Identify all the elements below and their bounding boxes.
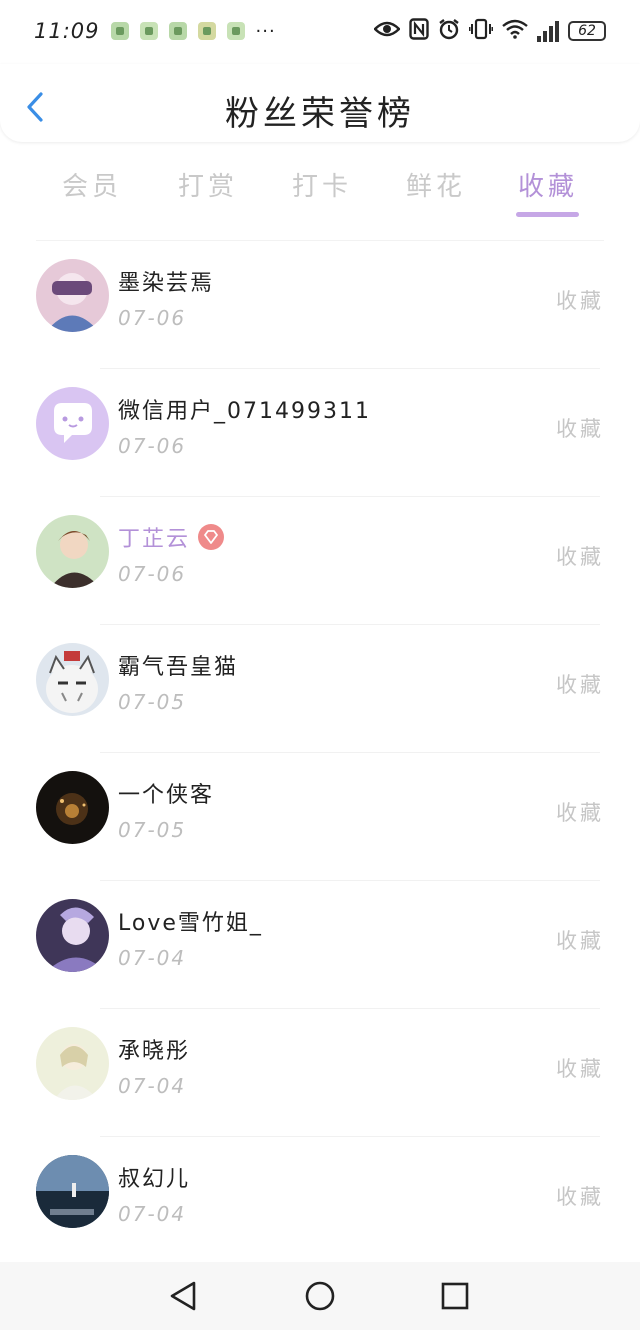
fan-action-label: 收藏 [556, 673, 604, 697]
status-right: 62 [373, 17, 606, 45]
list-item[interactable]: Love雪竹姐_ 07-04 收藏 [0, 881, 640, 1009]
alarm-icon [438, 18, 460, 45]
fan-action-label: 收藏 [556, 929, 604, 953]
tab-checkin[interactable]: 打卡 [292, 166, 352, 203]
avatar[interactable] [36, 259, 109, 332]
tab-flower[interactable]: 鲜花 [406, 166, 466, 203]
battery-indicator: 62 [568, 21, 606, 41]
nav-home-button[interactable] [303, 1279, 337, 1313]
fan-name-text: Love雪竹姐_ [118, 911, 263, 936]
list-item[interactable]: 墨染芸焉 07-06 收藏 [0, 241, 640, 369]
wifi-icon [502, 19, 528, 44]
nfc-icon [409, 17, 429, 45]
list-item[interactable]: 叔幻儿 07-04 收藏 [0, 1137, 640, 1265]
fan-action-label: 收藏 [556, 417, 604, 441]
fan-name-text: 微信用户_071499311 [118, 399, 371, 424]
fan-name-text: 墨染芸焉 [118, 271, 215, 296]
fan-date: 07-04 [118, 1074, 187, 1098]
avatar[interactable] [36, 771, 109, 844]
notification-icon [226, 22, 245, 40]
fan-name-text: 霸气吾皇猫 [118, 655, 239, 680]
more-notifications-indicator: ··· [255, 20, 276, 42]
tab-bar: 会员 打赏 打卡 鲜花 收藏 [0, 160, 640, 241]
avatar[interactable] [36, 1155, 109, 1228]
status-time: 11:09 [34, 19, 100, 43]
notification-icon [110, 22, 129, 40]
page-header: 粉丝荣誉榜 [0, 64, 640, 142]
nav-recents-button[interactable] [438, 1279, 472, 1313]
fan-name: 丁芷云 [118, 521, 225, 553]
avatar[interactable] [36, 899, 109, 972]
fan-date: 07-04 [118, 1202, 187, 1226]
eye-icon [373, 19, 401, 44]
cellular-signal-icon [537, 20, 559, 42]
fan-name: 承晓彤 [118, 1033, 190, 1065]
fan-date: 07-05 [118, 690, 187, 714]
fan-name: Love雪竹姐_ [118, 905, 263, 937]
fan-action-label: 收藏 [556, 545, 604, 569]
system-nav-bar [0, 1262, 640, 1330]
avatar[interactable] [36, 643, 109, 716]
vip-badge-icon [198, 524, 225, 550]
fan-action-label: 收藏 [556, 289, 604, 313]
active-tab-indicator [516, 212, 579, 217]
fan-name: 墨染芸焉 [118, 265, 214, 297]
fan-date: 07-06 [118, 434, 187, 458]
fan-name-text: 叔幻儿 [118, 1167, 191, 1192]
tab-tip[interactable]: 打赏 [178, 166, 238, 203]
fan-date: 07-04 [118, 946, 187, 970]
notification-icon [139, 22, 158, 40]
notification-icon [197, 22, 216, 40]
fan-name: 微信用户_071499311 [118, 393, 371, 425]
nav-back-button[interactable] [166, 1279, 200, 1313]
fan-date: 07-06 [118, 562, 187, 586]
avatar[interactable] [36, 1027, 109, 1100]
list-item[interactable]: 霸气吾皇猫 07-05 收藏 [0, 625, 640, 753]
fan-action-label: 收藏 [556, 1185, 604, 1209]
notification-icon [168, 22, 187, 40]
fan-name: 一个侠客 [118, 777, 214, 809]
vibrate-icon [468, 18, 494, 45]
list-item[interactable]: 承晓彤 07-04 收藏 [0, 1009, 640, 1137]
fan-action-label: 收藏 [556, 801, 604, 825]
fan-list: 墨染芸焉 07-06 收藏 微信用户_071499311 07-06 收藏 丁芷… [0, 241, 640, 1265]
fan-action-label: 收藏 [556, 1057, 604, 1081]
list-item[interactable]: 一个侠客 07-05 收藏 [0, 753, 640, 881]
avatar[interactable] [36, 387, 109, 460]
fan-date: 07-06 [118, 306, 187, 330]
fan-name: 叔幻儿 [118, 1161, 190, 1193]
fan-name: 霸气吾皇猫 [118, 649, 238, 681]
tab-favorite[interactable]: 收藏 [518, 166, 578, 203]
status-left: 11:09 ··· [34, 19, 276, 43]
square-recents-icon [441, 1282, 469, 1310]
tab-member[interactable]: 会员 [62, 166, 122, 203]
fan-name-text: 承晓彤 [118, 1039, 191, 1064]
triangle-back-icon [170, 1281, 196, 1311]
list-item[interactable]: 微信用户_071499311 07-06 收藏 [0, 369, 640, 497]
fan-name-text: 一个侠客 [118, 783, 215, 808]
status-bar: 11:09 ··· 62 [0, 0, 640, 62]
list-item[interactable]: 丁芷云 07-06 收藏 [0, 497, 640, 625]
circle-home-icon [305, 1281, 335, 1311]
fan-date: 07-05 [118, 818, 187, 842]
avatar[interactable] [36, 515, 109, 588]
page-title: 粉丝荣誉榜 [225, 94, 415, 134]
fan-name-text: 丁芷云 [118, 527, 191, 552]
